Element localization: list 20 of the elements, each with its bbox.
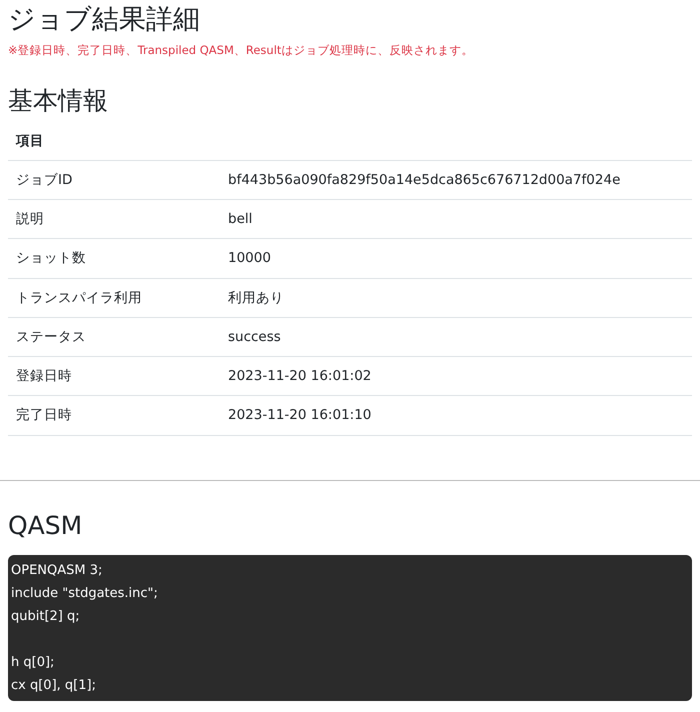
page-title: ジョブ結果詳細 xyxy=(8,4,201,36)
code-block: OPENQASM 3; include "stdgates.inc"; qubit[2] q; h q[0]; cx q[0], q[1]; xyxy=(8,554,692,701)
row-label: トランスパイラ利用 xyxy=(8,278,220,318)
row-value: 利用あり xyxy=(220,278,692,318)
row-label: 登録日時 xyxy=(8,356,220,396)
row-value: 2023-11-20 16:01:02 xyxy=(220,356,692,396)
row-value: 10000 xyxy=(220,238,692,278)
section-heading: 基本情報 xyxy=(8,86,109,116)
notice-text: ※登録日時、完了日時、Transpiled QASM、Resultはジョブ処理時に、反映されます。 xyxy=(8,42,474,60)
row-value: success xyxy=(220,317,692,357)
row-value: 2023-11-20 16:01:10 xyxy=(220,396,692,436)
column-header: 項目 xyxy=(8,122,220,160)
row-label: ジョブID xyxy=(8,160,220,200)
row-label: ショット数 xyxy=(8,238,220,278)
row-value: bell xyxy=(220,200,692,239)
row-label: ステータス xyxy=(8,317,220,357)
section-heading: QASM xyxy=(8,510,84,541)
row-label: 完了日時 xyxy=(8,396,220,436)
row-label: 説明 xyxy=(8,200,220,239)
row-value: bf443b56a090fa829f50a14e5dca865c676712d00a7f024e xyxy=(220,160,692,200)
